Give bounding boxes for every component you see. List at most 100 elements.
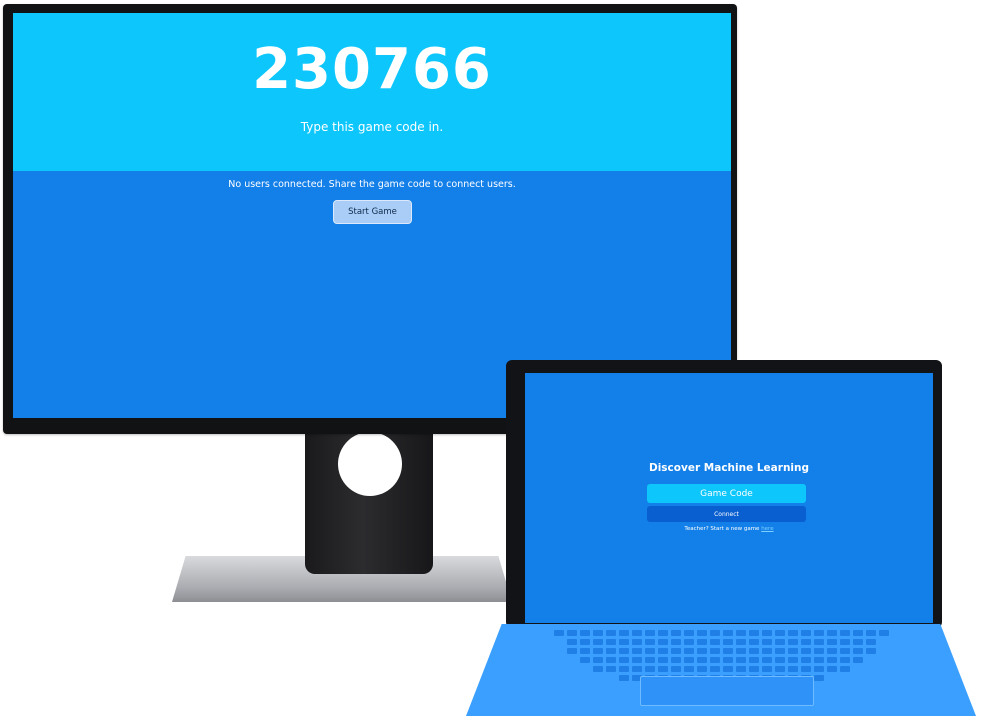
keyboard-key: [787, 666, 798, 672]
keyboard-key: [566, 630, 577, 636]
keyboard-key: [865, 648, 876, 654]
keyboard-key: [696, 639, 707, 645]
keyboard-key: [709, 657, 720, 663]
keyboard-key: [709, 639, 720, 645]
keyboard-key: [826, 657, 837, 663]
keyboard-key: [592, 630, 603, 636]
keyboard-key: [839, 666, 850, 672]
keyboard-key: [761, 657, 772, 663]
keyboard-key: [566, 648, 577, 654]
keyboard-key: [826, 648, 837, 654]
keyboard-key: [605, 639, 616, 645]
tablet-screen: Discover Machine Learning Game Code Conn…: [525, 373, 933, 623]
keyboard-row: [506, 639, 936, 645]
keyboard-key: [865, 630, 876, 636]
trackpad: [640, 676, 814, 706]
keyboard-row: [506, 666, 936, 672]
keyboard-key: [709, 666, 720, 672]
keyboard-key: [618, 648, 629, 654]
keyboard-key: [657, 648, 668, 654]
keyboard-key: [683, 639, 694, 645]
keyboard-key: [631, 666, 642, 672]
keyboard-key: [748, 657, 759, 663]
tablet: Discover Machine Learning Game Code Conn…: [506, 360, 942, 628]
keyboard-key: [631, 630, 642, 636]
keyboard-key: [761, 648, 772, 654]
keyboard-key: [761, 630, 772, 636]
keyboard-key: [657, 657, 668, 663]
keyboard-key: [839, 657, 850, 663]
keyboard-key: [813, 657, 824, 663]
teacher-prompt-text: Teacher? Start a new game: [684, 526, 760, 532]
keyboard-key: [865, 639, 876, 645]
keyboard-key: [813, 648, 824, 654]
keyboard-key: [787, 639, 798, 645]
keyboard-key: [735, 630, 746, 636]
keyboard-key: [631, 639, 642, 645]
keyboard-key: [761, 639, 772, 645]
keyboard-row: [506, 648, 936, 654]
new-game-link[interactable]: here: [761, 526, 773, 532]
keyboard-key: [696, 630, 707, 636]
keyboard-key: [774, 657, 785, 663]
keyboard-key: [605, 630, 616, 636]
app-title: Discover Machine Learning: [648, 462, 810, 474]
keyboard-key: [722, 630, 733, 636]
keyboard-key: [826, 639, 837, 645]
keyboard-key: [618, 639, 629, 645]
keyboard-key: [592, 657, 603, 663]
keyboard-key: [774, 648, 785, 654]
keyboard-key: [670, 648, 681, 654]
keyboard-key: [579, 648, 590, 654]
keyboard-key: [735, 657, 746, 663]
keyboard-key: [631, 657, 642, 663]
keyboard-key: [852, 630, 863, 636]
keyboard-key: [670, 639, 681, 645]
keyboard-key: [839, 648, 850, 654]
keyboard-key: [670, 666, 681, 672]
keyboard-key: [722, 666, 733, 672]
keyboard-key: [644, 630, 655, 636]
game-code: 230766: [252, 37, 492, 102]
keyboard-key: [657, 630, 668, 636]
keyboard-key: [774, 630, 785, 636]
keyboard-key: [852, 657, 863, 663]
keyboard-key: [618, 657, 629, 663]
keyboard-key: [839, 630, 850, 636]
keyboard-key: [800, 630, 811, 636]
game-code-hint: Type this game code in.: [300, 120, 444, 134]
keyboard-key: [618, 666, 629, 672]
keyboard-key: [631, 648, 642, 654]
keyboard-key: [722, 639, 733, 645]
game-code-banner: 230766 Type this game code in.: [13, 13, 731, 171]
keyboard-key: [579, 657, 590, 663]
keyboard-key: [800, 648, 811, 654]
keyboard-key: [592, 639, 603, 645]
keyboard-key: [787, 630, 798, 636]
keyboard-key: [813, 639, 824, 645]
teacher-prompt: Teacher? Start a new game here: [525, 526, 933, 532]
start-game-button[interactable]: Start Game: [333, 200, 412, 224]
keyboard-key: [709, 648, 720, 654]
keyboard-key: [553, 630, 564, 636]
keyboard-key: [605, 666, 616, 672]
keyboard-key: [748, 630, 759, 636]
monitor-screen: 230766 Type this game code in. No users …: [13, 13, 731, 418]
keyboard-key: [800, 639, 811, 645]
keyboard-key: [839, 639, 850, 645]
keyboard-key: [748, 648, 759, 654]
keyboard-key: [852, 639, 863, 645]
keyboard-key: [787, 657, 798, 663]
keyboard-key: [722, 648, 733, 654]
keyboard-key: [644, 639, 655, 645]
keyboard-key: [826, 666, 837, 672]
keyboard-key: [748, 666, 759, 672]
keyboard-key: [735, 648, 746, 654]
keyboard-key: [644, 666, 655, 672]
keyboard-key: [813, 630, 824, 636]
keyboard-key: [800, 666, 811, 672]
connect-button[interactable]: Connect: [647, 506, 806, 522]
keyboard-key: [696, 648, 707, 654]
keyboard-key: [683, 666, 694, 672]
game-code-input[interactable]: Game Code: [647, 484, 806, 503]
